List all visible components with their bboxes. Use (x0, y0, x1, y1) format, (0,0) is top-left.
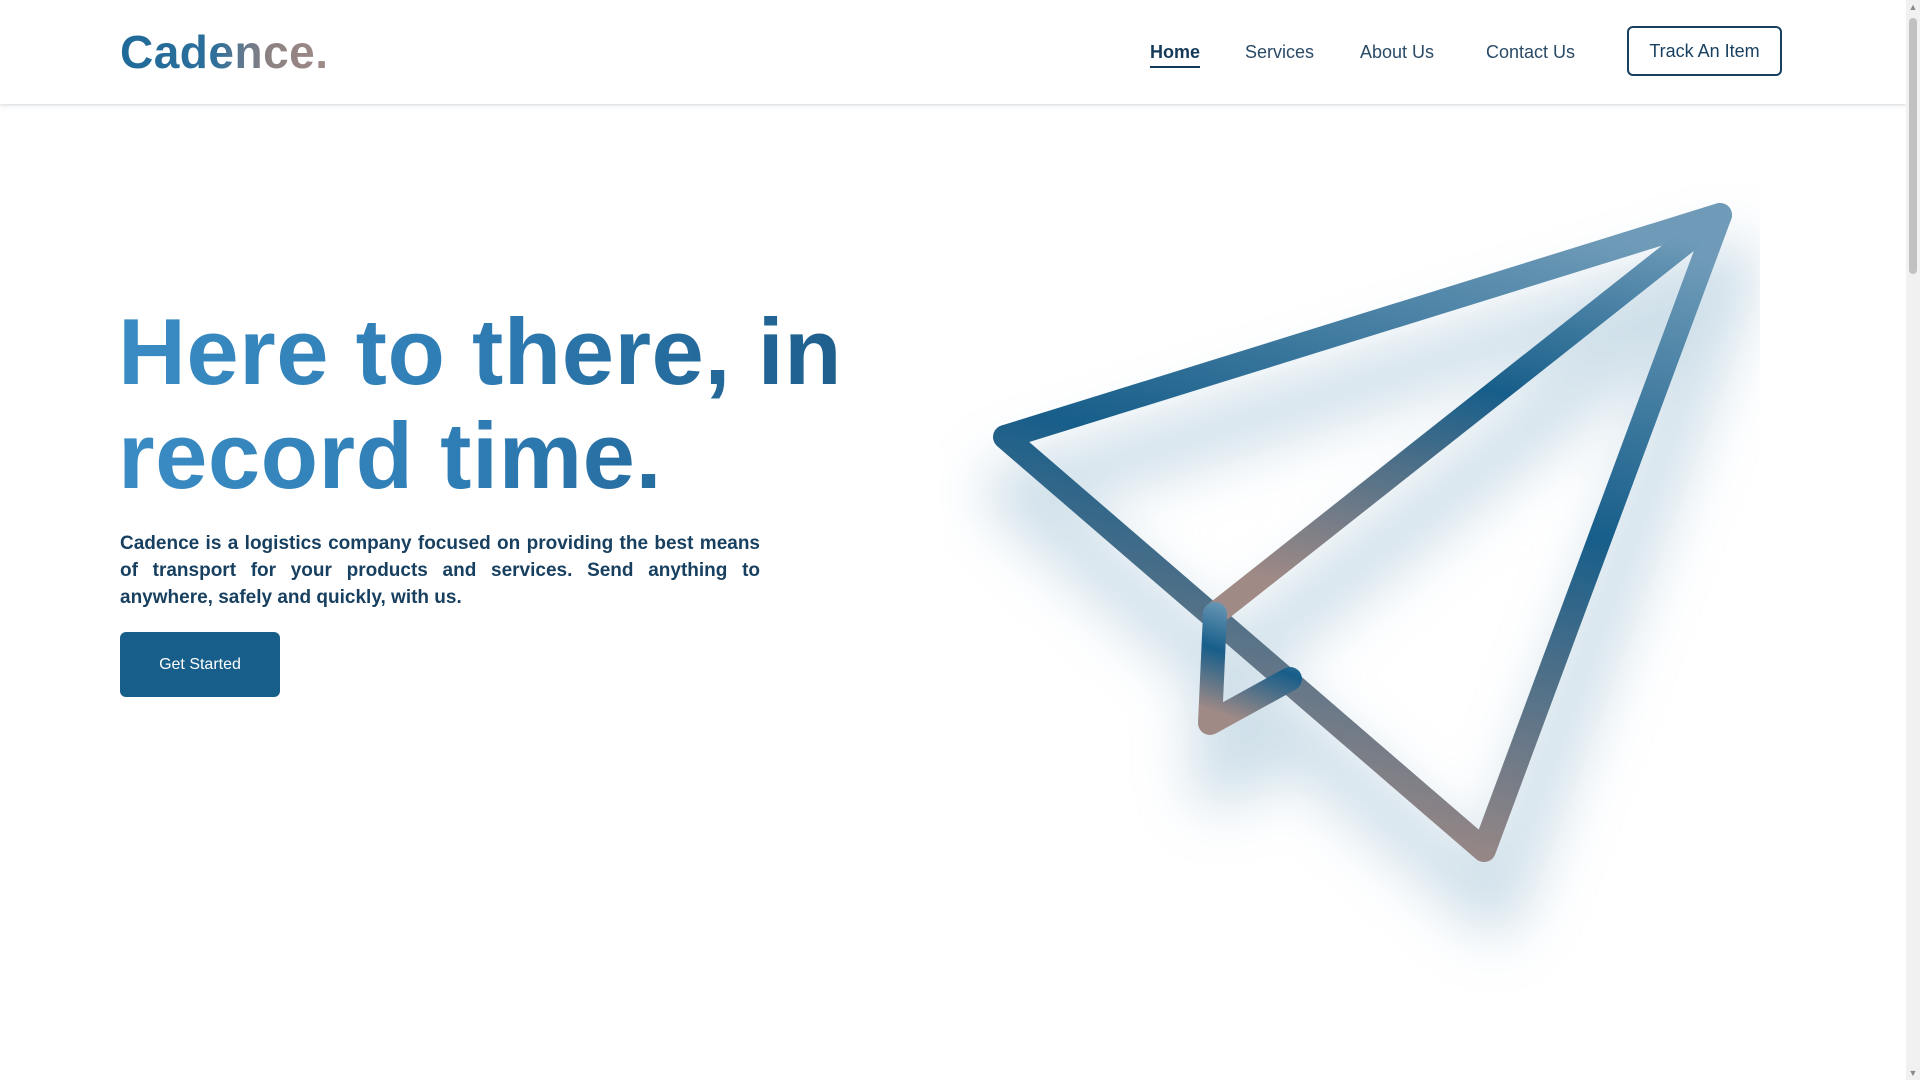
nav-link-home[interactable]: Home (1150, 40, 1201, 68)
hero-title: Here to there, in record time. (118, 300, 878, 508)
brand-logo[interactable]: Cadence. (120, 26, 329, 78)
nav-link-services[interactable]: Services (1245, 40, 1314, 64)
nav-link-contact-us[interactable]: Contact Us (1486, 40, 1575, 64)
site-header: Cadence. Home Services About Us Contact … (0, 0, 1906, 104)
paper-plane-icon (985, 203, 1760, 935)
vertical-scrollbar[interactable]: ▲ ▼ (1906, 0, 1920, 1080)
hero-description: Cadence is a logistics company focused o… (120, 533, 760, 608)
scrollbar-thumb[interactable] (1909, 18, 1917, 274)
get-started-button[interactable]: Get Started (120, 632, 280, 697)
plane-glow (985, 240, 1760, 935)
page: Cadence. Home Services About Us Contact … (0, 0, 1920, 1080)
track-item-button[interactable]: Track An Item (1627, 26, 1782, 76)
nav-link-about-us[interactable]: About Us (1360, 40, 1434, 64)
scroll-up-arrow-icon[interactable]: ▲ (1906, 0, 1920, 14)
scroll-down-arrow-icon[interactable]: ▼ (1906, 1066, 1920, 1080)
